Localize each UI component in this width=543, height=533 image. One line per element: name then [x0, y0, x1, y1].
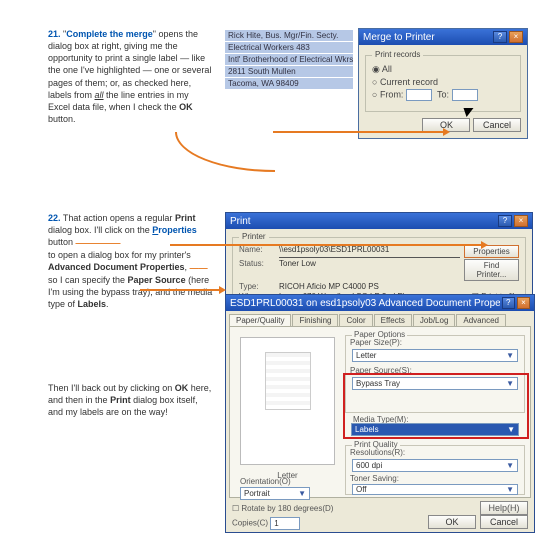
print-records-group: Print records ◉ All ○ Current record ○ F… [365, 55, 521, 112]
field-value: Toner Low [279, 259, 460, 281]
close-icon[interactable]: × [509, 31, 523, 43]
tab-color[interactable]: Color [339, 314, 372, 326]
callout-arrow [273, 131, 448, 133]
panel-title: Print Quality [352, 440, 400, 449]
dialog-title: ESD1PRL00031 on esd1psoly03 Advanced Doc… [230, 298, 500, 309]
printer-name-select[interactable]: \\esd1psoly03\ESD1PRL00031 [279, 245, 460, 258]
close-icon[interactable]: × [517, 297, 530, 309]
paper-size-select[interactable]: Letter▼ [352, 349, 518, 362]
instruction-step-21: 21. "Complete the merge" opens the dialo… [48, 28, 213, 125]
tab-job-log[interactable]: Job/Log [413, 314, 455, 326]
field-label: Name: [239, 245, 279, 258]
group-title: Print records [372, 50, 423, 59]
label-line: Rick Hite, Bus. Mgr/Fin. Secty. [225, 30, 353, 41]
callout-arrow [140, 289, 224, 291]
field-label: Toner Saving: [350, 474, 520, 483]
radio-current[interactable]: ○ Current record [372, 77, 514, 87]
radio-all[interactable]: ◉ All [372, 64, 514, 75]
label-line: 2811 South Mullen [225, 66, 353, 77]
field-label: Copies(C) [232, 519, 268, 528]
instruction-step-22b: Then I'll back out by clicking on OK her… [48, 382, 213, 418]
red-highlight-box [343, 373, 529, 439]
chevron-down-icon: ▼ [506, 351, 514, 360]
group-title: Printer [239, 232, 269, 241]
label-line: Electrical Workers 483 [225, 42, 353, 53]
callout-arrow [175, 132, 275, 172]
chevron-down-icon: ▼ [298, 489, 306, 498]
help-button[interactable]: Help(H) [480, 501, 528, 515]
field-label: Paper Size(P): [350, 338, 520, 347]
field-label: Status: [239, 259, 279, 281]
panel-title: Orientation(O) [240, 477, 310, 486]
print-quality-panel: Print Quality Resolutions(R): 600 dpi▼ T… [345, 445, 525, 495]
dialog-titlebar: Print ? × [226, 213, 532, 229]
field-value: RICOH Aficio MP C4000 PS [279, 282, 519, 291]
ok-button[interactable]: OK [428, 515, 476, 529]
orientation-select[interactable]: Portrait▼ [240, 487, 310, 500]
callout-arrow [170, 244, 486, 246]
step-number: 21. [48, 29, 61, 39]
to-input[interactable] [452, 89, 478, 101]
cancel-button[interactable]: Cancel [480, 515, 528, 529]
dialog-titlebar: Merge to Printer ? × [359, 29, 527, 45]
help-icon[interactable]: ? [493, 31, 507, 43]
from-input[interactable] [406, 89, 432, 101]
tab-strip: Paper/Quality Finishing Color Effects Jo… [229, 314, 531, 326]
resolution-select[interactable]: 600 dpi▼ [352, 459, 518, 472]
document-label-selection: Rick Hite, Bus. Mgr/Fin. Secty. Electric… [225, 30, 353, 90]
tab-finishing[interactable]: Finishing [292, 314, 338, 326]
radio-from-to[interactable]: ○ From: To: [372, 89, 514, 101]
help-icon[interactable]: ? [498, 215, 512, 227]
preview-sheet [265, 352, 311, 410]
toner-saving-select[interactable]: Off▼ [352, 484, 518, 495]
instruction-step-22: 22. That action opens a regular Print di… [48, 212, 213, 310]
page-preview [240, 337, 335, 465]
field-label: Resolutions(R): [350, 448, 520, 457]
chevron-down-icon: ▼ [506, 485, 514, 494]
label-line: Tacoma, WA 98409 [225, 78, 353, 89]
tab-advanced[interactable]: Advanced [456, 314, 506, 326]
merge-to-printer-dialog: Merge to Printer ? × Print records ◉ All… [358, 28, 528, 139]
rotate-checkbox[interactable]: ☐ Rotate by 180 degrees(D) [232, 504, 333, 513]
cancel-button[interactable]: Cancel [473, 118, 521, 132]
tab-page-paper-quality: Letter Paper Options Paper Size(P): Lett… [229, 326, 531, 498]
help-icon[interactable]: ? [502, 297, 515, 309]
advanced-document-properties-dialog: ESD1PRL00031 on esd1psoly03 Advanced Doc… [225, 294, 535, 533]
dialog-titlebar: ESD1PRL00031 on esd1psoly03 Advanced Doc… [226, 295, 534, 311]
dialog-title: Merge to Printer [363, 32, 435, 43]
panel-title: Paper Options [352, 330, 407, 339]
tab-effects[interactable]: Effects [374, 314, 412, 326]
dialog-title: Print [230, 216, 251, 227]
find-printer-button[interactable]: Find Printer... [464, 259, 519, 281]
label-line: Intl' Brotherhood of Electrical Wkrs [225, 54, 353, 65]
close-icon[interactable]: × [514, 215, 528, 227]
copies-input[interactable]: 1 [270, 517, 300, 530]
step-number: 22. [48, 213, 61, 223]
chevron-down-icon: ▼ [506, 461, 514, 470]
field-label: Type: [239, 282, 279, 291]
tab-paper-quality[interactable]: Paper/Quality [229, 314, 291, 326]
orientation-panel: Orientation(O) Portrait▼ [240, 477, 310, 500]
